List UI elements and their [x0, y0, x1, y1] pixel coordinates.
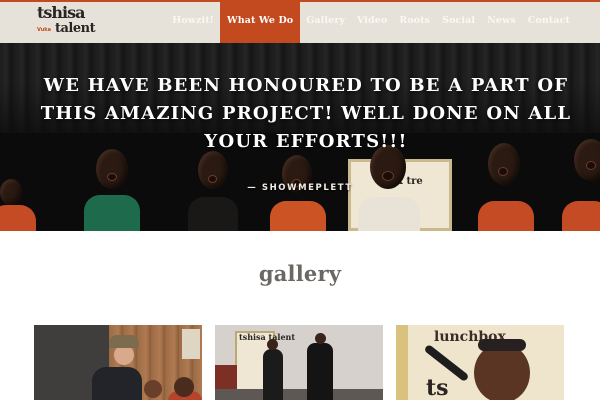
- main-nav: Howzit! What We Do Gallery Video Roots S…: [166, 2, 576, 43]
- testimonial-quote: We have been honoured to be a part of th…: [40, 75, 572, 152]
- nav-item-news[interactable]: News: [481, 2, 522, 43]
- nav-item-what-we-do[interactable]: What We Do: [219, 2, 301, 43]
- nav-item-contact[interactable]: Contact: [522, 2, 576, 43]
- site-logo[interactable]: tshisa Vuka talent: [37, 3, 96, 42]
- logo-wordmark-talent: talent: [55, 21, 96, 36]
- nav-item-social[interactable]: Social: [436, 2, 481, 43]
- site-header: tshisa Vuka talent Howzit! What We Do Ga…: [0, 0, 600, 43]
- gallery-thumbnail[interactable]: [34, 325, 202, 400]
- hero-testimonial: x tre We have been honoured to be a part…: [0, 43, 600, 231]
- gallery-heading: gallery: [258, 261, 342, 286]
- gallery-thumbnail[interactable]: lunchbox ts: [396, 325, 564, 400]
- logo-wordmark-bottom: Vuka talent: [37, 21, 96, 39]
- nav-item-video[interactable]: Video: [351, 2, 393, 43]
- hero-performer: [0, 171, 40, 231]
- nav-item-howzit[interactable]: Howzit!: [166, 2, 220, 43]
- logo-wordmark-top: tshisa: [37, 3, 85, 22]
- logo-tag: Vuka: [37, 27, 51, 33]
- testimonial-author: — SHOWMEPLETT: [247, 183, 353, 193]
- gallery-thumbnail[interactable]: tshisa talent: [215, 325, 383, 400]
- nav-item-gallery[interactable]: Gallery: [300, 2, 351, 43]
- nav-item-roots[interactable]: Roots: [393, 2, 436, 43]
- gallery-thumb-sign-text-large: ts: [426, 375, 449, 400]
